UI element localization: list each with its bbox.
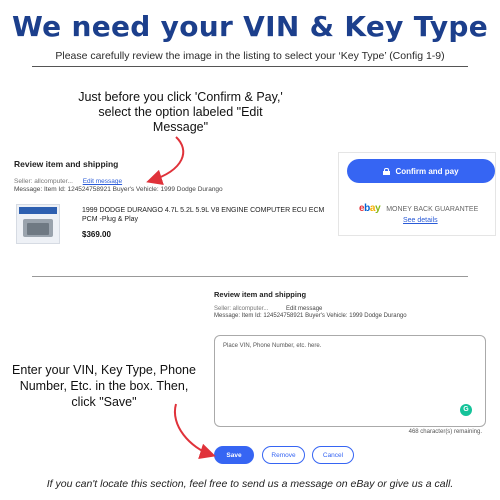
ecu-image-detail — [27, 223, 49, 235]
save-button[interactable]: Save — [214, 446, 254, 464]
payment-panel: Confirm and pay ebay MONEY BACK GUARANTE… — [338, 152, 496, 236]
edit-message-label: Edit message — [286, 306, 323, 312]
item-title[interactable]: 1999 DODGE DURANGO 4.7L 5.2L 5.9L V8 ENG… — [82, 206, 332, 224]
seller-row-2: Seller: allcomputer... Edit message — [214, 306, 322, 312]
seller-logo — [19, 207, 57, 214]
grammarly-icon[interactable]: G — [460, 404, 472, 416]
seller-label: Seller: allcomputer... — [14, 178, 73, 185]
page-title: We need your VIN & Key Type — [11, 10, 489, 43]
message-line-2: Message: Item Id: 124524758921 Buyer's V… — [214, 313, 407, 319]
cancel-button[interactable]: Cancel — [312, 446, 354, 464]
footer-note: If you can't locate this section, feel f… — [46, 478, 454, 490]
edit-message-link[interactable]: Edit message — [83, 178, 122, 185]
section-title: Review item and shipping — [14, 159, 119, 169]
message-textarea[interactable]: Place VIN, Phone Number, etc. here. — [214, 335, 486, 427]
divider-top — [32, 66, 468, 67]
see-details-link[interactable]: See details — [403, 217, 438, 224]
confirm-button-label: Confirm and pay — [395, 166, 459, 176]
edit-message-panel: Review item and shipping Seller: allcomp… — [206, 282, 496, 472]
lock-icon — [383, 167, 391, 175]
item-price: $369.00 — [82, 230, 111, 239]
divider-middle — [32, 276, 468, 277]
guarantee-label: MONEY BACK GUARANTEE — [386, 206, 479, 213]
seller-label-2: Seller: allcomputer... — [214, 306, 269, 312]
item-thumbnail — [16, 204, 60, 244]
message-line: Message: Item Id: 124524758921 Buyer's V… — [14, 186, 223, 193]
confirm-and-pay-button[interactable]: Confirm and pay — [347, 159, 495, 183]
section-title-2: Review item and shipping — [214, 290, 307, 299]
instruction-edit-message: Just before you click 'Confirm & Pay,' s… — [78, 90, 283, 134]
ebay-logo: ebay — [359, 203, 381, 214]
money-back-guarantee: ebay MONEY BACK GUARANTEE — [359, 203, 478, 214]
checkout-review-panel: Review item and shipping Seller: allcomp… — [8, 152, 334, 246]
seller-row: Seller: allcomputer... Edit message — [14, 178, 122, 185]
remove-button[interactable]: Remove — [262, 446, 305, 464]
page-subtitle: Please carefully review the image in the… — [55, 50, 445, 62]
character-counter: 468 character(s) remaining. — [408, 429, 482, 435]
instruction-enter-details: Enter your VIN, Key Type, Phone Number, … — [12, 363, 196, 409]
